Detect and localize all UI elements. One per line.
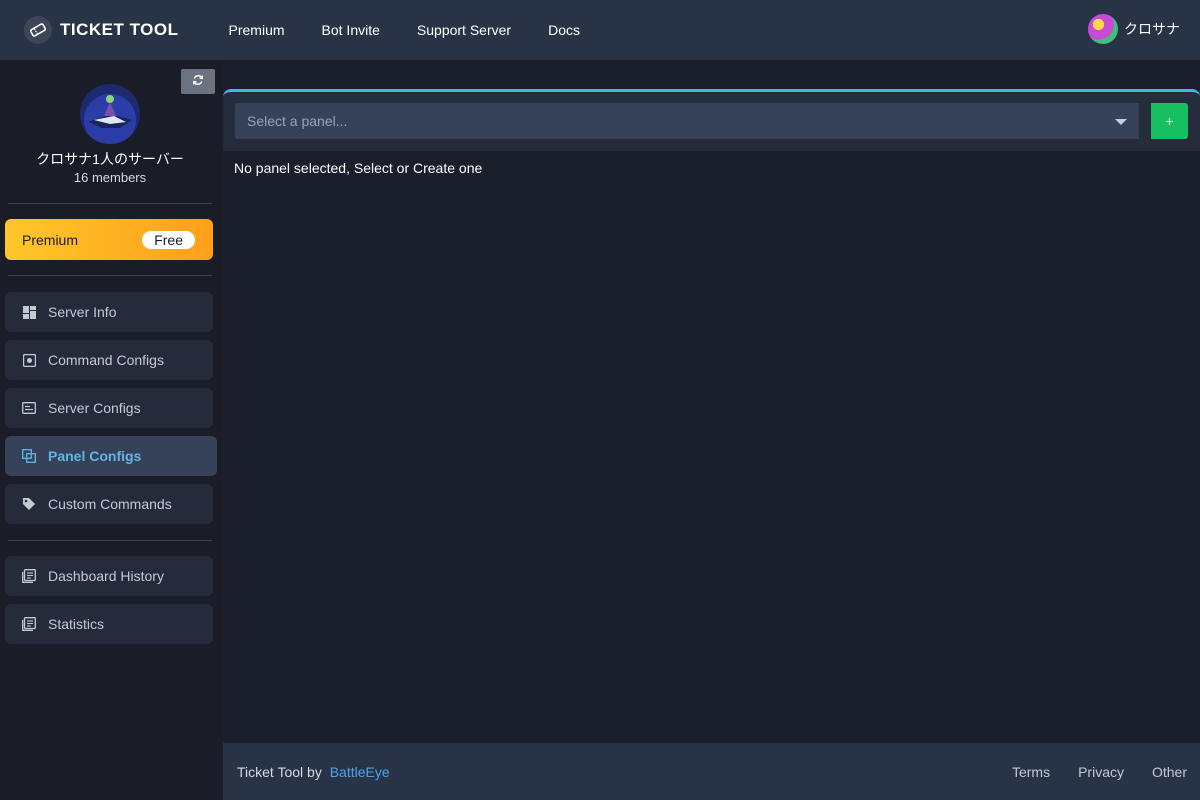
- top-navbar: TICKET TOOL Premium Bot Invite Support S…: [0, 0, 1200, 60]
- sidebar-divider: [8, 275, 212, 276]
- nav-support-server-link[interactable]: Support Server: [417, 22, 511, 38]
- sidebar-item-panel-configs[interactable]: Panel Configs: [5, 436, 217, 476]
- sidebar-item-command-configs[interactable]: Command Configs: [5, 340, 213, 380]
- sidebar-item-statistics[interactable]: Statistics: [5, 604, 213, 644]
- dashboard-icon: [22, 305, 36, 319]
- sidebar-item-server-info[interactable]: Server Info: [5, 292, 213, 332]
- footer-credit-text: Ticket Tool by: [237, 763, 322, 780]
- sidebar-item-label: Custom Commands: [48, 496, 172, 512]
- caret-down-icon: [1115, 119, 1127, 125]
- sidebar-item-server-configs[interactable]: Server Configs: [5, 388, 213, 428]
- premium-status-badge: Free: [142, 230, 195, 249]
- sidebar-divider: [8, 540, 212, 541]
- sidebar-item-custom-commands[interactable]: Custom Commands: [5, 484, 213, 524]
- panel-select[interactable]: Select a panel...: [235, 103, 1139, 139]
- sidebar-item-label: Dashboard History: [48, 568, 164, 584]
- tag-icon: [22, 497, 36, 511]
- footer-credit: Ticket Tool by BattleEye: [237, 764, 390, 780]
- footer-battleeye-link[interactable]: BattleEye: [330, 764, 390, 780]
- sidebar-item-label: Statistics: [48, 616, 105, 632]
- footer-other-link[interactable]: Other: [1152, 764, 1187, 780]
- ticket-logo-icon: [24, 16, 52, 44]
- server-name: クロサナ1人のサーバー: [36, 151, 184, 167]
- server-member-count: 16 members: [73, 170, 147, 185]
- statistics-icon: [22, 617, 36, 631]
- sidebar-item-label: Command Configs: [48, 352, 164, 368]
- user-avatar: [1088, 14, 1118, 44]
- footer: Ticket Tool by BattleEye Terms Privacy O…: [223, 743, 1200, 800]
- nav-links: Premium Bot Invite Support Server Docs: [229, 22, 617, 38]
- brand[interactable]: TICKET TOOL: [24, 16, 179, 44]
- sidebar-item-dashboard-history[interactable]: Dashboard History: [5, 556, 213, 596]
- user-menu[interactable]: クロサナ: [1088, 14, 1180, 44]
- sidebar: クロサナ1人のサーバー 16 members Premium Free Serv…: [0, 60, 222, 800]
- user-name: クロサナ: [1124, 21, 1180, 37]
- refresh-icon: [192, 73, 204, 91]
- panel-icon: [22, 449, 36, 463]
- sidebar-item-label: Server Info: [48, 304, 117, 320]
- panel-select-placeholder: Select a panel...: [247, 113, 348, 129]
- nav-bot-invite-link[interactable]: Bot Invite: [322, 22, 380, 38]
- server-config-icon: [22, 401, 36, 415]
- sidebar-item-label: Server Configs: [48, 400, 141, 416]
- empty-state-message: No panel selected, Select or Create one: [234, 160, 483, 176]
- footer-terms-link[interactable]: Terms: [1012, 764, 1050, 780]
- history-icon: [22, 569, 36, 583]
- premium-label: Premium: [22, 231, 79, 248]
- nav-premium-link[interactable]: Premium: [229, 22, 285, 38]
- nav-docs-link[interactable]: Docs: [548, 22, 580, 38]
- server-avatar: [80, 84, 140, 144]
- command-icon: [22, 353, 36, 367]
- sidebar-item-label: Panel Configs: [48, 448, 142, 464]
- brand-name: TICKET TOOL: [60, 20, 179, 39]
- premium-button[interactable]: Premium Free: [5, 219, 213, 260]
- footer-links: Terms Privacy Other: [1012, 743, 1200, 800]
- panel-selector-card: Select a panel... +: [223, 89, 1200, 151]
- footer-privacy-link[interactable]: Privacy: [1078, 764, 1124, 780]
- sidebar-divider: [8, 203, 212, 204]
- add-panel-button[interactable]: +: [1151, 103, 1188, 139]
- refresh-button[interactable]: [181, 69, 215, 94]
